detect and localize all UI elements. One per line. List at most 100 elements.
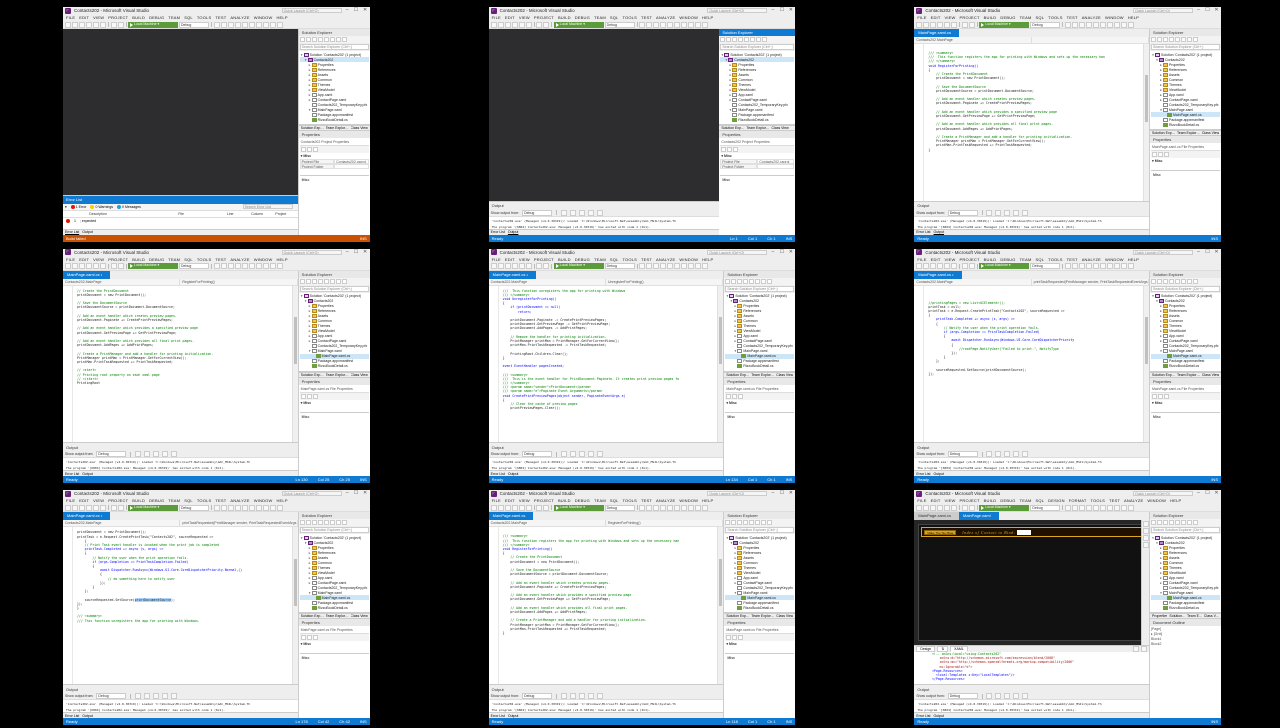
output-tool-icon[interactable] [1004,210,1010,216]
solution-search-input[interactable]: Search Solution Explorer (Ctrl+;) [300,44,369,50]
tree-node[interactable]: RizzoBookDetail.cs [300,117,369,122]
menu-item[interactable]: PROJECT [960,257,980,262]
menu-item[interactable]: BUILD [132,498,145,503]
se-tool-icon[interactable] [767,520,772,525]
saveall-icon[interactable] [951,505,957,511]
toolbar-button[interactable] [228,22,234,28]
toolbar-button[interactable] [221,263,227,269]
output-tool-icon[interactable] [162,693,168,699]
menu-item[interactable]: ANALYZE [230,257,249,262]
se-tool-icon[interactable] [318,37,323,42]
menu-item[interactable]: SQL [1036,15,1045,20]
bottom-tab[interactable]: Error List [65,472,79,476]
toolbar-button[interactable] [1093,505,1099,511]
panel-tab[interactable]: Class View [771,126,788,130]
props-tool-icon[interactable] [726,394,731,399]
toolbar-button[interactable] [235,22,241,28]
menu-item[interactable]: WINDOW [1105,257,1124,262]
menu-item[interactable]: HELP [702,498,713,503]
se-tool-icon[interactable] [312,279,317,284]
property-value[interactable] [334,164,369,169]
menu-item[interactable]: HELP [276,15,287,20]
menu-item[interactable]: TEST [641,15,652,20]
dropdown-icon[interactable] [353,272,357,276]
bottom-tab[interactable]: Output [82,230,93,234]
menu-item[interactable]: DEBUG [1000,257,1015,262]
se-tool-icon[interactable] [743,520,748,525]
panel-tab[interactable]: Solution Exp… [301,126,324,130]
output-tool-icon[interactable] [1013,693,1019,699]
close-button[interactable]: ✕ [788,250,793,255]
dropdown-icon[interactable] [1204,272,1208,276]
toolbar-button[interactable] [1079,505,1085,511]
fwd-icon[interactable] [498,22,504,28]
menu-item[interactable]: DESIGN [1048,498,1065,503]
toolbar-button[interactable] [1086,505,1092,511]
saveall-icon[interactable] [526,505,532,511]
menu-item[interactable]: BUILD [984,257,997,262]
menu-item[interactable]: EDIT [931,15,941,20]
scrollbar[interactable] [292,527,298,684]
menu-item[interactable]: FILE [917,257,926,262]
bottom-tab[interactable]: Output [508,230,519,234]
toolbar-button[interactable] [1079,22,1085,28]
toolbar-button[interactable] [249,505,255,511]
context-ns[interactable]: Contacts202.MainPage [489,520,606,526]
back-icon[interactable] [491,505,497,511]
toolbar-button[interactable] [242,22,248,28]
tree-node[interactable]: RizzoBookDetail.cs [300,364,369,369]
menu-item[interactable]: FILE [66,15,75,20]
toolbar-button[interactable] [674,22,680,28]
undo-icon[interactable] [111,263,117,269]
preview-button[interactable]: Make The Sky Blue [924,530,956,535]
toolbar-button[interactable] [702,505,708,511]
menu-item[interactable]: BUILD [558,257,571,262]
se-tool-icon[interactable] [743,279,748,284]
error-search-input[interactable]: Search Error List [243,204,293,209]
code-editor[interactable]: /// <summary>/// This function registers… [489,527,724,684]
menu-item[interactable]: FILE [492,15,501,20]
se-tool-icon[interactable] [330,279,335,284]
save-icon[interactable] [944,263,950,269]
tree-node[interactable]: ▾Solution 'Contacts202' (1 project) [300,535,369,540]
output-source-combo[interactable]: Debug [948,693,978,699]
output-source-combo[interactable]: Debug [96,693,126,699]
output-tool-icon[interactable] [1022,693,1028,699]
toolbar-button[interactable] [1100,22,1106,28]
save-icon[interactable] [93,22,99,28]
se-tool-icon[interactable] [725,279,730,284]
context-ns[interactable]: Contacts202.MainPage [63,520,180,526]
scroll-thumb[interactable] [1145,75,1148,122]
tree-node[interactable]: ▾Solution 'Contacts202' (1 project) [725,294,794,299]
solution-search-input[interactable]: Search Solution Explorer (Ctrl+;) [725,527,794,533]
scrollbar[interactable] [1143,286,1149,443]
toolbar-button[interactable] [242,505,248,511]
menu-item[interactable]: WINDOW [679,257,698,262]
pin-icon[interactable] [1209,31,1213,35]
fwd-icon[interactable] [498,263,504,269]
open-icon[interactable] [512,263,518,269]
se-tool-icon[interactable] [726,37,731,42]
toolbar-button[interactable] [688,22,694,28]
se-tool-icon[interactable] [1193,279,1198,284]
saveall-icon[interactable] [526,263,532,269]
toolbar-button[interactable] [1093,263,1099,269]
context-ns[interactable]: Contacts202.MainPage [489,279,606,285]
menu-item[interactable]: EDIT [79,498,89,503]
menu-item[interactable]: HELP [1128,257,1139,262]
menu-item[interactable]: TEST [641,257,652,262]
menu-item[interactable]: TEAM [1020,15,1032,20]
undo-icon[interactable] [111,22,117,28]
scroll-thumb[interactable] [294,559,297,606]
panel-tab[interactable]: Class View [351,126,368,130]
output-tool-icon[interactable] [986,693,992,699]
start-debug-button[interactable]: Local Machine ▾ [128,22,178,28]
column-header[interactable]: Description [89,212,150,216]
toolbar-button[interactable] [1065,263,1071,269]
saveall-icon[interactable] [100,22,106,28]
menu-item[interactable]: WINDOW [679,15,698,20]
open-icon[interactable] [512,505,518,511]
se-tool-icon[interactable] [737,520,742,525]
config-combo[interactable]: Debug [605,22,635,28]
quick-launch-input[interactable]: Quick Launch (Ctrl+Q) [282,491,342,496]
